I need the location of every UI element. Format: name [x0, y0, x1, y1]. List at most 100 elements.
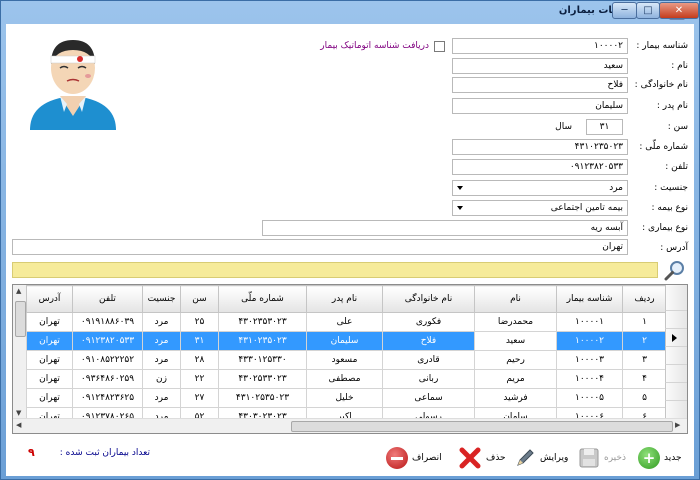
- table-row[interactable]: ۱ ۱۰۰۰۰۱ محمدرضا فکوری علی ۴۳۰۲۳۵۳۰۲۳ ۲۵…: [26, 312, 667, 332]
- table-cell[interactable]: ۱: [622, 312, 667, 332]
- save-button[interactable]: ذخیره: [578, 444, 626, 472]
- new-button[interactable]: جدید +: [638, 444, 682, 472]
- table-cell[interactable]: مسعود: [306, 350, 383, 370]
- table-cell[interactable]: ربانی: [382, 369, 475, 389]
- table-cell[interactable]: ۱۰۰۰۰۵: [556, 388, 623, 408]
- age-input[interactable]: ۳۱: [586, 119, 623, 135]
- horizontal-scrollbar[interactable]: ◀ ▶: [13, 418, 687, 433]
- address-input[interactable]: تهران: [12, 239, 628, 255]
- phone-input[interactable]: ۰۹۱۲۳۸۲۰۵۳۳: [452, 159, 628, 175]
- column-header[interactable]: جنسیت: [142, 285, 181, 313]
- table-cell[interactable]: ۲۷: [180, 388, 219, 408]
- vertical-scroll-thumb[interactable]: [15, 301, 26, 337]
- column-header[interactable]: نام خانوادگی: [382, 285, 475, 313]
- column-header[interactable]: تلفن: [72, 285, 143, 313]
- column-header[interactable]: آدرس: [26, 285, 73, 313]
- row-header[interactable]: [665, 383, 687, 401]
- table-cell[interactable]: تهران: [26, 388, 73, 408]
- table-cell[interactable]: ۱۰۰۰۰۱: [556, 312, 623, 332]
- column-header[interactable]: شناسه بیمار: [556, 285, 623, 313]
- table-cell[interactable]: ۲۵: [180, 312, 219, 332]
- table-row-selected[interactable]: ۲ ۱۰۰۰۰۲ سعید فلاح سلیمان ۴۳۱۰۲۳۵۰۲۳ ۳۱ …: [26, 331, 667, 351]
- table-cell[interactable]: ۴۳۰۲۵۳۳۰۲۳: [218, 369, 307, 389]
- column-header[interactable]: سن: [180, 285, 219, 313]
- vertical-scrollbar[interactable]: ▲ ▼: [13, 285, 27, 420]
- table-cell[interactable]: زن: [142, 369, 181, 389]
- table-cell[interactable]: ۱۰۰۰۰۴: [556, 369, 623, 389]
- table-cell[interactable]: تهران: [26, 312, 73, 332]
- table-cell[interactable]: سماعی: [382, 388, 475, 408]
- disease-type-input[interactable]: آبسه ریه: [262, 220, 628, 236]
- table-cell[interactable]: ۰۹۱۲۳۸۲۰۵۳۳: [72, 331, 143, 351]
- scroll-down-icon[interactable]: ▼: [16, 409, 21, 417]
- current-row-indicator-icon[interactable]: [665, 329, 687, 347]
- table-cell[interactable]: ۱۰۰۰۰۲: [556, 331, 623, 351]
- table-cell[interactable]: مصطفی: [306, 369, 383, 389]
- national-code-input[interactable]: ۴۳۱۰۲۳۵۰۲۳: [452, 139, 628, 155]
- minimize-button[interactable]: ─: [612, 2, 637, 19]
- row-header[interactable]: [665, 347, 687, 365]
- column-header[interactable]: نام پدر: [306, 285, 383, 313]
- table-cell[interactable]: مریم: [474, 369, 557, 389]
- table-cell[interactable]: رحیم: [474, 350, 557, 370]
- table-cell[interactable]: قادری: [382, 350, 475, 370]
- close-button[interactable]: ✕: [659, 2, 699, 19]
- family-input[interactable]: فلاح: [452, 77, 628, 93]
- table-cell[interactable]: ۰۹۱۰۸۵۲۲۲۵۲: [72, 350, 143, 370]
- search-input[interactable]: [12, 262, 658, 278]
- table-row[interactable]: ۵ ۱۰۰۰۰۵ فرشید سماعی خلیل ۴۳۱۰۲۵۳۵۰۲۳ ۲۷…: [26, 388, 667, 408]
- table-cell[interactable]: ۰۹۳۶۴۸۶۰۲۵۹: [72, 369, 143, 389]
- table-cell[interactable]: ۲: [622, 331, 667, 351]
- row-header[interactable]: [665, 401, 687, 419]
- name-input[interactable]: سعید: [452, 58, 628, 74]
- table-cell[interactable]: ۳: [622, 350, 667, 370]
- table-cell[interactable]: مرد: [142, 350, 181, 370]
- table-cell[interactable]: مرد: [142, 388, 181, 408]
- table-cell-focused[interactable]: سعید: [474, 331, 557, 351]
- search-icon[interactable]: [664, 259, 686, 281]
- auto-id-checkbox[interactable]: [434, 41, 445, 52]
- table-cell[interactable]: ۴: [622, 369, 667, 389]
- scroll-up-icon[interactable]: ▲: [16, 287, 21, 295]
- cancel-button[interactable]: انصراف: [386, 444, 442, 472]
- scroll-left-icon[interactable]: ◀: [16, 421, 21, 429]
- patients-grid[interactable]: ▲ ▼ ردیف شناسه بیمار نام نام خانوادگی نا…: [12, 284, 688, 434]
- table-cell[interactable]: علی: [306, 312, 383, 332]
- table-cell[interactable]: ۴۳۰۲۳۵۳۰۲۳: [218, 312, 307, 332]
- table-cell[interactable]: ۰۹۱۹۱۸۸۶۰۳۹: [72, 312, 143, 332]
- table-row[interactable]: ۳ ۱۰۰۰۰۳ رحیم قادری مسعود ۴۳۳۰۱۲۵۳۳۰ ۲۸ …: [26, 350, 667, 370]
- edit-button[interactable]: ویرایش: [514, 444, 568, 472]
- table-row[interactable]: ۴ ۱۰۰۰۰۴ مریم ربانی مصطفی ۴۳۰۲۵۳۳۰۲۳ ۲۲ …: [26, 369, 667, 389]
- column-header[interactable]: شماره ملّی: [218, 285, 307, 313]
- table-cell[interactable]: ۱۰۰۰۰۳: [556, 350, 623, 370]
- table-cell[interactable]: ۳۱: [180, 331, 219, 351]
- table-cell[interactable]: خلیل: [306, 388, 383, 408]
- auto-id-label[interactable]: دریافت شناسه اتوماتیک بیمار: [320, 41, 429, 51]
- table-cell[interactable]: ۴۳۱۰۲۳۵۰۲۳: [218, 331, 307, 351]
- table-cell[interactable]: مرد: [142, 312, 181, 332]
- patient-id-input[interactable]: ۱۰۰۰۰۲: [452, 38, 628, 54]
- table-cell[interactable]: فلاح: [382, 331, 475, 351]
- table-cell[interactable]: فکوری: [382, 312, 475, 332]
- scroll-right-icon[interactable]: ▶: [675, 421, 680, 429]
- table-cell[interactable]: ۴۳۳۰۱۲۵۳۳۰: [218, 350, 307, 370]
- maximize-button[interactable]: □: [636, 2, 660, 19]
- column-header[interactable]: نام: [474, 285, 557, 313]
- row-header-corner[interactable]: [665, 285, 687, 311]
- row-header[interactable]: [665, 311, 687, 329]
- table-cell[interactable]: تهران: [26, 350, 73, 370]
- table-cell[interactable]: ۰۹۱۲۴۸۲۳۶۲۵: [72, 388, 143, 408]
- table-cell[interactable]: تهران: [26, 369, 73, 389]
- row-header[interactable]: [665, 365, 687, 383]
- table-cell[interactable]: فرشید: [474, 388, 557, 408]
- table-cell[interactable]: سلیمان: [306, 331, 383, 351]
- column-header[interactable]: ردیف: [622, 285, 667, 313]
- delete-button[interactable]: حذف: [458, 444, 506, 472]
- table-cell[interactable]: ۵: [622, 388, 667, 408]
- table-cell[interactable]: ۴۳۱۰۲۵۳۵۰۲۳: [218, 388, 307, 408]
- title-bar[interactable]: فرم اطلاعات بیماران ─ □ ✕: [1, 1, 699, 23]
- father-name-input[interactable]: سلیمان: [452, 98, 628, 114]
- gender-select[interactable]: مرد: [452, 180, 628, 196]
- insurance-select[interactable]: بیمه تامین اجتماعی: [452, 200, 628, 216]
- table-cell[interactable]: تهران: [26, 331, 73, 351]
